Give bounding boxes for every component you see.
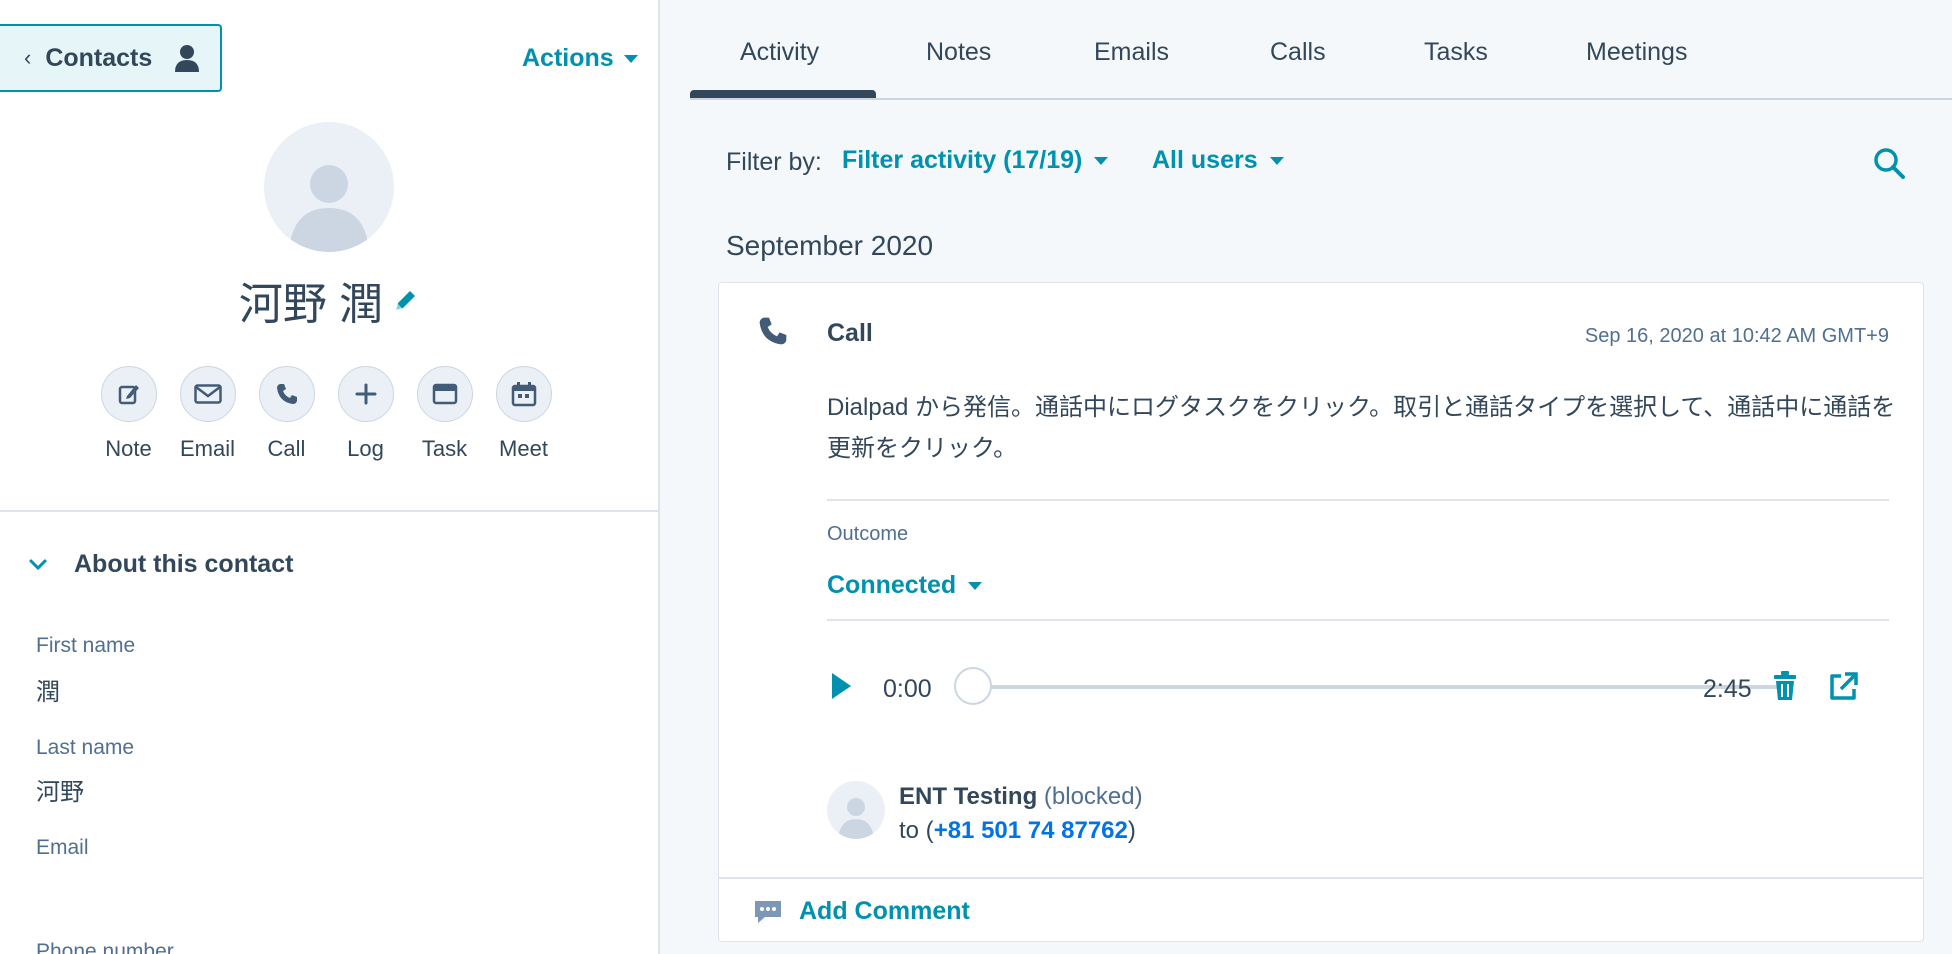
outcome-label: Outcome [827,523,909,545]
card-divider [827,499,1889,501]
person-placeholder-icon [289,165,369,252]
chevron-left-icon: ‹ [24,45,32,70]
outcome-dropdown[interactable]: Connected [827,571,983,600]
pencil-icon[interactable] [393,287,419,313]
chevron-down-icon [29,559,47,570]
quick-action-email: Email [179,366,236,462]
caret-down-icon [1269,156,1284,165]
quick-action-call: Call [258,366,315,462]
caret-down-icon [968,581,983,590]
caller-avatar [827,781,885,839]
outcome-value: Connected [827,571,957,599]
caller-status: (blocked) [1043,783,1143,810]
tab-notes[interactable]: Notes [926,38,991,67]
calendar-icon [511,382,536,407]
caller-line: ENT Testing (blocked) [899,783,1143,811]
call-icon [276,384,297,404]
back-to-contacts-button[interactable]: ‹ Contacts [0,24,222,92]
log-button[interactable] [337,366,394,422]
note-icon [118,385,139,405]
phone-icon [759,317,787,345]
tab-emails[interactable]: Emails [1094,38,1169,67]
to-suffix: ) [1127,817,1136,844]
card-footer-divider [719,877,1923,879]
actions-dropdown[interactable]: Actions [522,44,638,73]
call-activity-card: Call Sep 16, 2020 at 10:42 AM GMT+9 Dial… [718,282,1924,942]
filter-activity-dropdown[interactable]: Filter activity (17/19) [842,146,1109,175]
tab-meetings[interactable]: Meetings [1586,38,1687,67]
task-icon [432,383,457,405]
add-comment-button[interactable]: Add Comment [753,897,970,926]
contact-name: 河野 潤 [238,280,384,329]
recording-progress-track[interactable] [973,685,1791,689]
email-field-label: Email [36,836,89,859]
email-label: Email [179,436,235,461]
about-section-title: About this contact [74,550,294,578]
log-label: Log [347,436,384,461]
contact-sidebar: ‹ Contacts Actions 河野 潤 Note Email Call … [0,0,660,954]
quick-actions: Note Email Call Log Task Meet [100,366,552,462]
tab-tasks[interactable]: Tasks [1424,38,1488,67]
note-button[interactable] [100,366,157,422]
person-icon [175,45,200,72]
caret-down-icon [1094,156,1109,165]
activity-type[interactable]: Call [827,319,873,348]
actions-label: Actions [522,44,614,72]
activity-timestamp: Sep 16, 2020 at 10:42 AM GMT+9 [1584,325,1889,347]
filter-by-label: Filter by: [726,148,822,176]
trash-icon[interactable] [1773,671,1797,701]
tab-activity[interactable]: Activity [740,38,819,67]
quick-action-meet: Meet [495,366,552,462]
last-name-label: Last name [36,736,135,759]
recording-scrubber-handle[interactable] [954,667,992,705]
phone-number-label: Phone number [36,940,174,954]
caller-name[interactable]: ENT Testing [899,783,1037,810]
about-section-toggle[interactable]: About this contact [28,550,293,579]
external-link-icon[interactable] [1827,671,1859,703]
call-label: Call [267,436,306,461]
email-icon [193,384,222,404]
all-users-label: All users [1152,146,1258,174]
plus-icon [355,383,376,405]
meet-button[interactable] [495,366,552,422]
contact-avatar [264,122,394,252]
active-tab-indicator [690,90,876,98]
person-placeholder-icon [838,798,874,839]
quick-action-note: Note [100,366,157,462]
called-number-line: to (+81 501 74 87762) [899,817,1136,845]
task-button[interactable] [416,366,473,422]
filter-activity-label: Filter activity (17/19) [842,146,1083,174]
call-notes-text[interactable]: Dialpad から発信。通話中にログタスクをクリック。取引と通話タイプを選択し… [827,387,1907,469]
note-label: Note [105,436,152,461]
first-name-label: First name [36,634,136,657]
recording-current-time: 0:00 [883,675,932,703]
tab-calls[interactable]: Calls [1270,38,1326,67]
activity-tabs: Activity Notes Emails Calls Tasks Meetin… [690,0,1952,100]
quick-action-log: Log [337,366,394,462]
contact-name-row: 河野 潤 [0,268,658,332]
call-button[interactable] [258,366,315,422]
to-prefix: to ( [899,817,934,844]
quick-action-task: Task [416,366,473,462]
card-divider [827,619,1889,621]
caret-down-icon [623,54,638,63]
add-comment-label: Add Comment [799,897,970,925]
play-icon[interactable] [829,671,853,701]
email-button[interactable] [179,366,236,422]
comment-icon [755,900,781,923]
contacts-label: Contacts [45,43,153,72]
task-label: Task [421,436,468,461]
last-name-value[interactable]: 河野 [36,772,84,807]
first-name-value[interactable]: 潤 [36,672,60,707]
search-icon[interactable] [1872,146,1906,180]
all-users-dropdown[interactable]: All users [1152,146,1284,175]
timeline-month-header: September 2020 [726,230,934,261]
recording-duration: 2:45 [1703,675,1752,703]
meet-label: Meet [499,436,548,461]
sidebar-divider [0,510,658,512]
called-phone-link[interactable]: +81 501 74 87762 [934,817,1128,844]
